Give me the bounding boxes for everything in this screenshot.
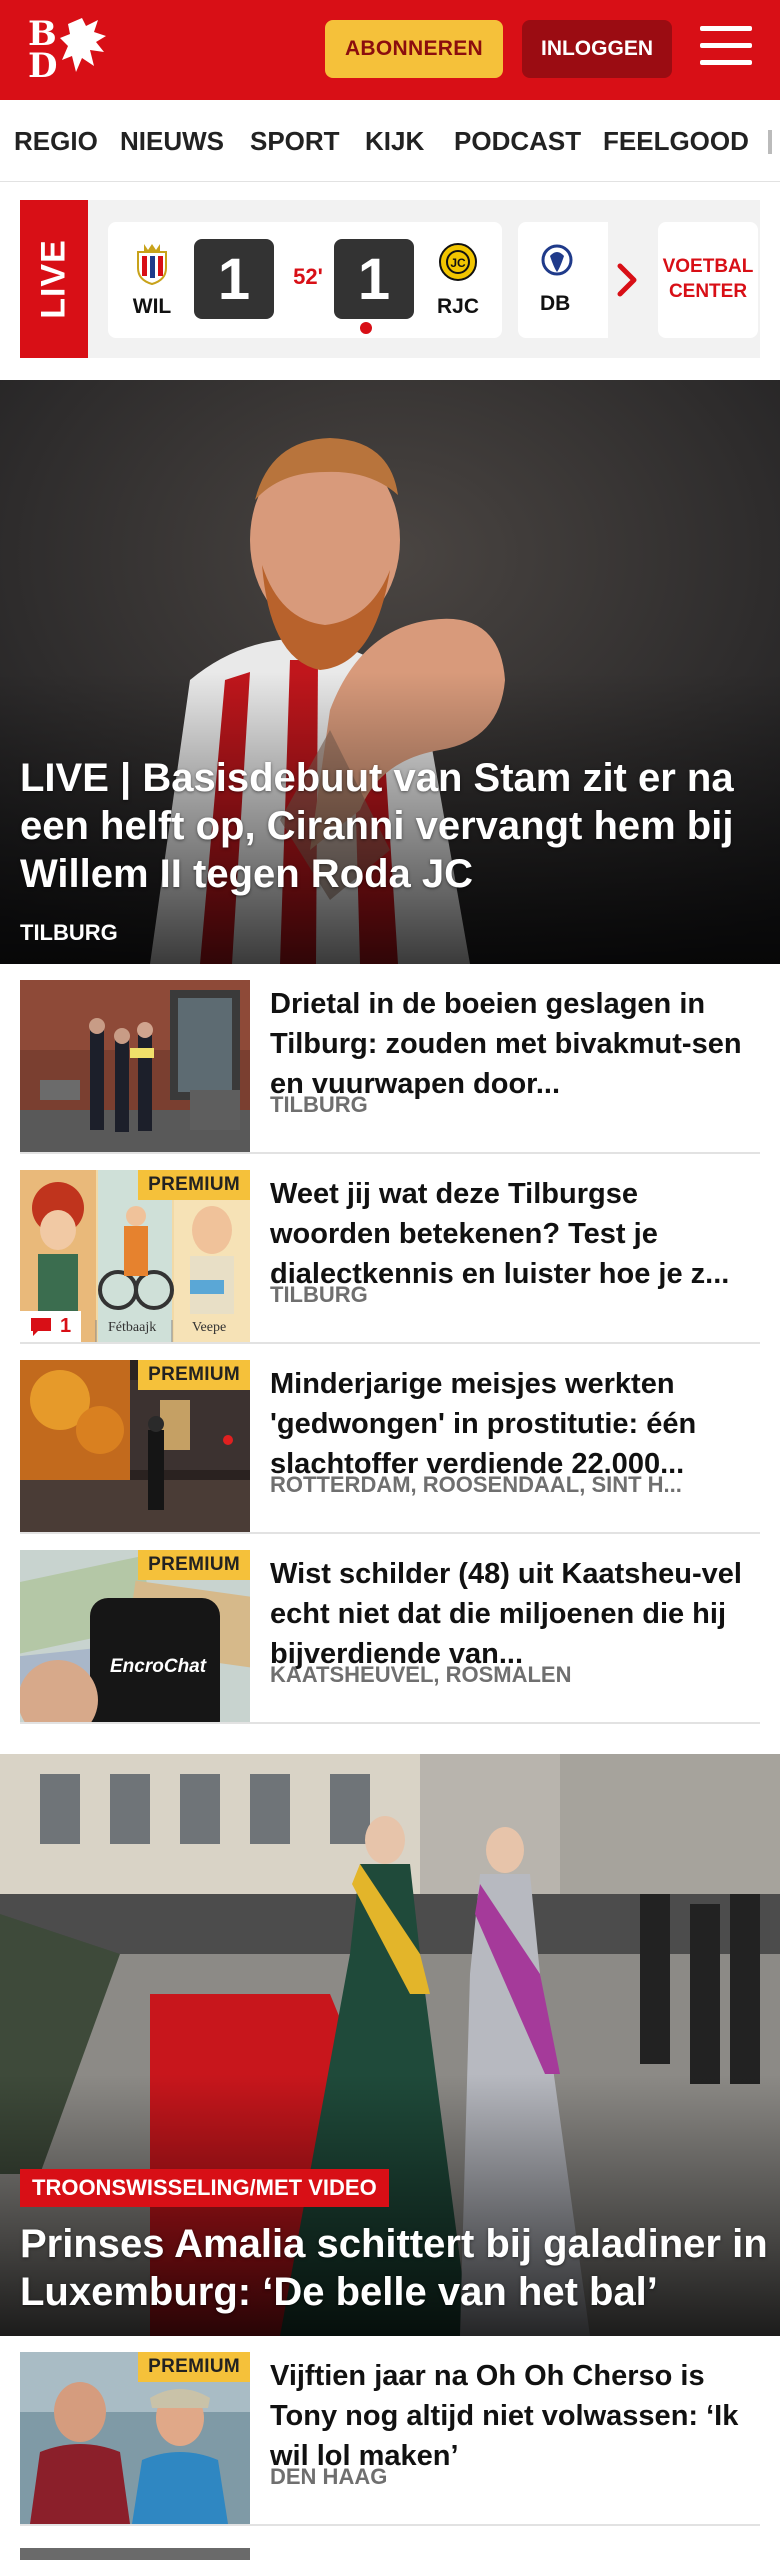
section-nav: REGIO NIEUWS SPORT KIJK PODCAST FEELGOOD bbox=[0, 100, 780, 182]
nav-item-kijk[interactable]: KIJK bbox=[365, 100, 424, 181]
article-row[interactable]: Fétbaajk Veepe PREMIUM 1 Weet jij wat de… bbox=[20, 1154, 760, 1344]
premium-badge: PREMIUM bbox=[138, 1550, 250, 1580]
encrochat-logo-text: EncroChat bbox=[110, 1656, 207, 1677]
article-thumbnail-dialect: Fétbaajk Veepe PREMIUM 1 bbox=[20, 1170, 250, 1342]
featured-article[interactable]: TROONSWISSELING/MET VIDEO Prinses Amalia… bbox=[0, 1754, 780, 2336]
hero-title[interactable]: LIVE | Basisdebuut van Stam zit er na ee… bbox=[20, 754, 760, 898]
article-location: TILBURG bbox=[270, 1282, 368, 1307]
nav-item-feelgood[interactable]: FEELGOOD bbox=[603, 100, 749, 181]
article-thumbnail-street: PREMIUM bbox=[20, 1360, 250, 1532]
article-title[interactable]: Wist schilder (48) uit Kaatsheu-vel echt… bbox=[270, 1554, 760, 1674]
live-scores-bar: LIVE WIL 1 52' 1 JC RJC DB VOETBAL CENTE… bbox=[20, 200, 760, 358]
login-button[interactable]: INLOGGEN bbox=[522, 20, 672, 78]
article-location: DEN HAAG bbox=[270, 2464, 388, 2489]
premium-badge: PREMIUM bbox=[138, 1360, 250, 1390]
voetbal-center-link[interactable]: VOETBAL CENTER bbox=[658, 222, 758, 338]
article-thumbnail-encrochat: EncroChat PREMIUM bbox=[20, 1550, 250, 1722]
comment-count-value: 1 bbox=[60, 1315, 72, 1337]
willem-ii-crest-icon bbox=[137, 244, 167, 286]
premium-badge: PREMIUM bbox=[138, 2352, 250, 2382]
away-team: JC RJC bbox=[428, 242, 488, 319]
home-score: 1 bbox=[194, 239, 274, 319]
article-row[interactable]: PREMIUM Minderjarige meisjes werkten 'ge… bbox=[20, 1344, 760, 1534]
nav-item-podcast[interactable]: PODCAST bbox=[454, 100, 581, 181]
match-card[interactable]: WIL 1 52' 1 JC RJC bbox=[108, 222, 502, 338]
away-team-abbr: RJC bbox=[436, 295, 479, 318]
comment-icon bbox=[31, 1317, 51, 1336]
nav-item-sport[interactable]: SPORT bbox=[250, 100, 340, 181]
article-thumbnail-tony: PREMIUM bbox=[20, 2352, 250, 2524]
article-thumbnail-police bbox=[20, 980, 250, 1152]
comment-count[interactable]: 1 bbox=[20, 1311, 82, 1342]
home-team: WIL bbox=[122, 242, 182, 319]
chevron-right-icon[interactable] bbox=[612, 262, 642, 298]
nav-item-regio[interactable]: REGIO bbox=[14, 100, 98, 181]
article-title[interactable]: Weet jij wat deze Tilburgse woorden bete… bbox=[270, 1174, 760, 1294]
live-label[interactable]: LIVE bbox=[20, 200, 88, 358]
next-match-card[interactable]: DB bbox=[518, 222, 608, 338]
hero-location: TILBURG bbox=[20, 920, 118, 945]
article-location: TILBURG bbox=[270, 1092, 368, 1117]
svg-text:JC: JC bbox=[450, 256, 466, 270]
article-location: ROTTERDAM, ROOSENDAAL, SINT H... bbox=[270, 1472, 682, 1497]
next-match-home-abbr: DB bbox=[540, 292, 571, 315]
article-title[interactable]: Vijftien jaar na Oh Oh Cherso is Tony no… bbox=[270, 2356, 760, 2476]
dragon-icon bbox=[60, 18, 106, 72]
logo-letter-d: D bbox=[28, 46, 58, 86]
dialect-word-1: Fétbaajk bbox=[108, 1320, 157, 1335]
nav-item-nieuws[interactable]: NIEUWS bbox=[120, 100, 224, 181]
home-team-abbr: WIL bbox=[132, 295, 172, 318]
dialect-word-2: Veepe bbox=[192, 1320, 227, 1335]
article-row[interactable]: EncroChat PREMIUM Wist schilder (48) uit… bbox=[20, 1534, 760, 1724]
match-minute: 52' bbox=[293, 264, 323, 289]
article-location: KAATSHEUVEL, ROSMALEN bbox=[270, 1662, 572, 1687]
live-goal-dot bbox=[360, 322, 372, 334]
article-title[interactable]: Drietal in de boeien geslagen in Tilburg… bbox=[270, 984, 760, 1104]
hamburger-menu-icon[interactable] bbox=[700, 26, 752, 72]
roda-jc-crest-icon: JC bbox=[439, 243, 477, 281]
featured-title[interactable]: Prinses Amalia schittert bij galadiner i… bbox=[20, 2220, 770, 2316]
article-row[interactable]: PREMIUM Vijftien jaar na Oh Oh Cherso is… bbox=[20, 2336, 760, 2526]
next-article-peek bbox=[20, 2548, 760, 2560]
nav-overflow-hint bbox=[768, 130, 772, 154]
premium-badge: PREMIUM bbox=[138, 1170, 250, 1200]
hero-article[interactable]: LIVE | Basisdebuut van Stam zit er na ee… bbox=[0, 380, 780, 964]
voetbal-center-line1: VOETBAL bbox=[662, 256, 754, 278]
subscribe-button[interactable]: ABONNEREN bbox=[325, 20, 503, 78]
den-bosch-crest-icon bbox=[541, 244, 573, 276]
article-title[interactable]: Minderjarige meisjes werkten 'gedwongen'… bbox=[270, 1364, 760, 1484]
site-header: B D ABONNEREN INLOGGEN bbox=[0, 0, 780, 100]
away-score: 1 bbox=[334, 239, 414, 319]
bd-logo[interactable]: B D bbox=[26, 14, 116, 86]
article-tag: TROONSWISSELING/MET VIDEO bbox=[20, 2169, 389, 2207]
voetbal-center-line2: CENTER bbox=[668, 281, 748, 302]
article-row[interactable]: Drietal in de boeien geslagen in Tilburg… bbox=[20, 964, 760, 1154]
